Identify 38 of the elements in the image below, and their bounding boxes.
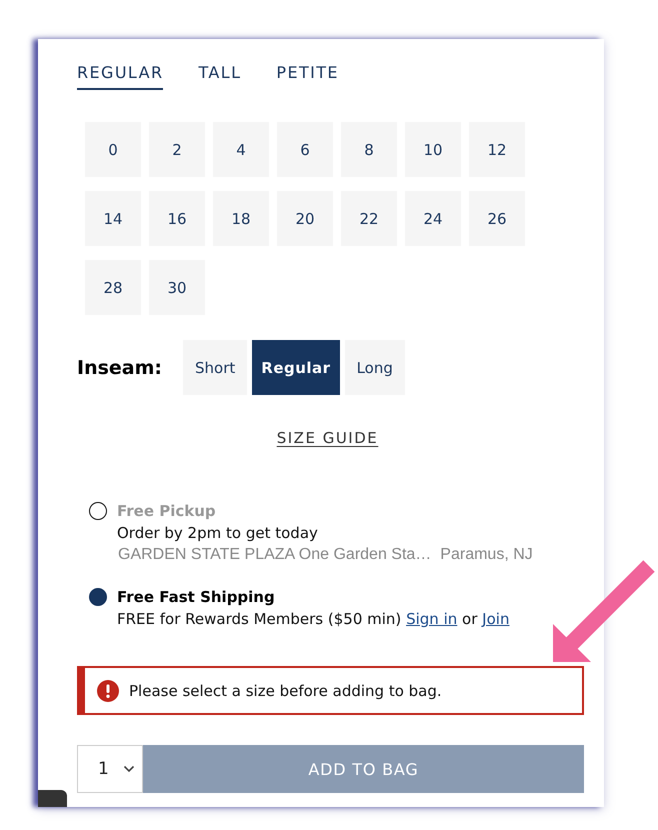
chevron-down-icon <box>122 765 135 773</box>
size-option[interactable]: 30 <box>149 260 205 315</box>
delivery-option-title: Free Pickup <box>117 502 216 520</box>
quantity-select[interactable]: 1 <box>77 745 143 793</box>
alert-icon <box>97 680 119 702</box>
size-option[interactable]: 20 <box>277 191 333 246</box>
shipping-note: FREE for Rewards Members ($50 min) Sign in or Join <box>117 609 510 630</box>
size-option[interactable]: 6 <box>277 122 333 177</box>
size-option[interactable]: 26 <box>469 191 525 246</box>
text-link[interactable]: Sign in <box>406 610 458 628</box>
size-option[interactable]: 0 <box>85 122 141 177</box>
size-option[interactable]: 22 <box>341 191 397 246</box>
size-option[interactable]: 16 <box>149 191 205 246</box>
size-option[interactable]: 18 <box>213 191 269 246</box>
inseam-option[interactable]: Short <box>183 340 248 395</box>
size-option[interactable]: 2 <box>149 122 205 177</box>
size-option[interactable]: 14 <box>85 191 141 246</box>
pickup-note: Order by 2pm to get today <box>117 523 318 544</box>
size-option[interactable]: 12 <box>469 122 525 177</box>
error-message: Please select a size before adding to bag. <box>129 682 442 700</box>
radio-button[interactable] <box>89 502 107 520</box>
store-city: Paramus, NJ <box>440 545 533 565</box>
delivery-option-title: Free Fast Shipping <box>117 588 275 606</box>
size-option[interactable]: 10 <box>405 122 461 177</box>
size-option[interactable]: 8 <box>341 122 397 177</box>
radio-button[interactable] <box>89 588 107 606</box>
size-tab[interactable]: PETITE <box>276 61 339 90</box>
size-tab[interactable]: REGULAR <box>77 61 164 90</box>
size-guide-link[interactable]: SIZE GUIDE <box>276 428 378 448</box>
size-option[interactable]: 4 <box>213 122 269 177</box>
size-option[interactable]: 28 <box>85 260 141 315</box>
inseam-label: Inseam: <box>77 356 164 378</box>
inseam-option[interactable]: Regular <box>252 340 340 395</box>
store-address: GARDEN STATE PLAZA One Garden Sta… <box>118 545 432 565</box>
size-tab[interactable]: TALL <box>198 61 242 90</box>
size-option[interactable]: 24 <box>405 191 461 246</box>
text-link[interactable]: Join <box>482 610 510 628</box>
inseam-option[interactable]: Long <box>344 340 405 395</box>
